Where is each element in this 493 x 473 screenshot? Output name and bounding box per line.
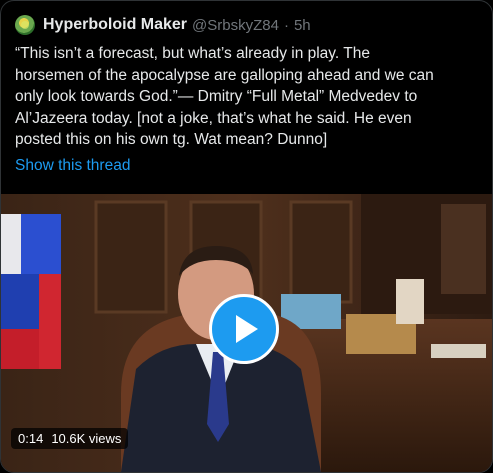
author-name[interactable]: Hyperboloid Maker <box>43 16 187 34</box>
tweet-card[interactable]: Hyperboloid Maker @SrbskyZ84 · 5h “This … <box>0 0 493 473</box>
separator-dot: · <box>283 16 289 34</box>
video-player[interactable]: 0:14 10.6K views <box>1 194 492 472</box>
tweet-text: “This isn’t a forecast, but what’s alrea… <box>15 45 434 148</box>
show-thread-link[interactable]: Show this thread <box>15 157 130 175</box>
video-info-overlay: 0:14 10.6K views <box>11 428 129 449</box>
video-view-count: 10.6K views <box>51 431 122 446</box>
author-handle[interactable]: @SrbskyZ84 <box>192 17 279 34</box>
avatar[interactable] <box>15 15 35 35</box>
play-icon <box>236 315 258 343</box>
tweet-header: Hyperboloid Maker @SrbskyZ84 · 5h <box>15 14 311 36</box>
timestamp[interactable]: 5h <box>294 17 311 34</box>
video-elapsed-time: 0:14 <box>18 431 44 446</box>
play-button[interactable] <box>209 294 279 364</box>
